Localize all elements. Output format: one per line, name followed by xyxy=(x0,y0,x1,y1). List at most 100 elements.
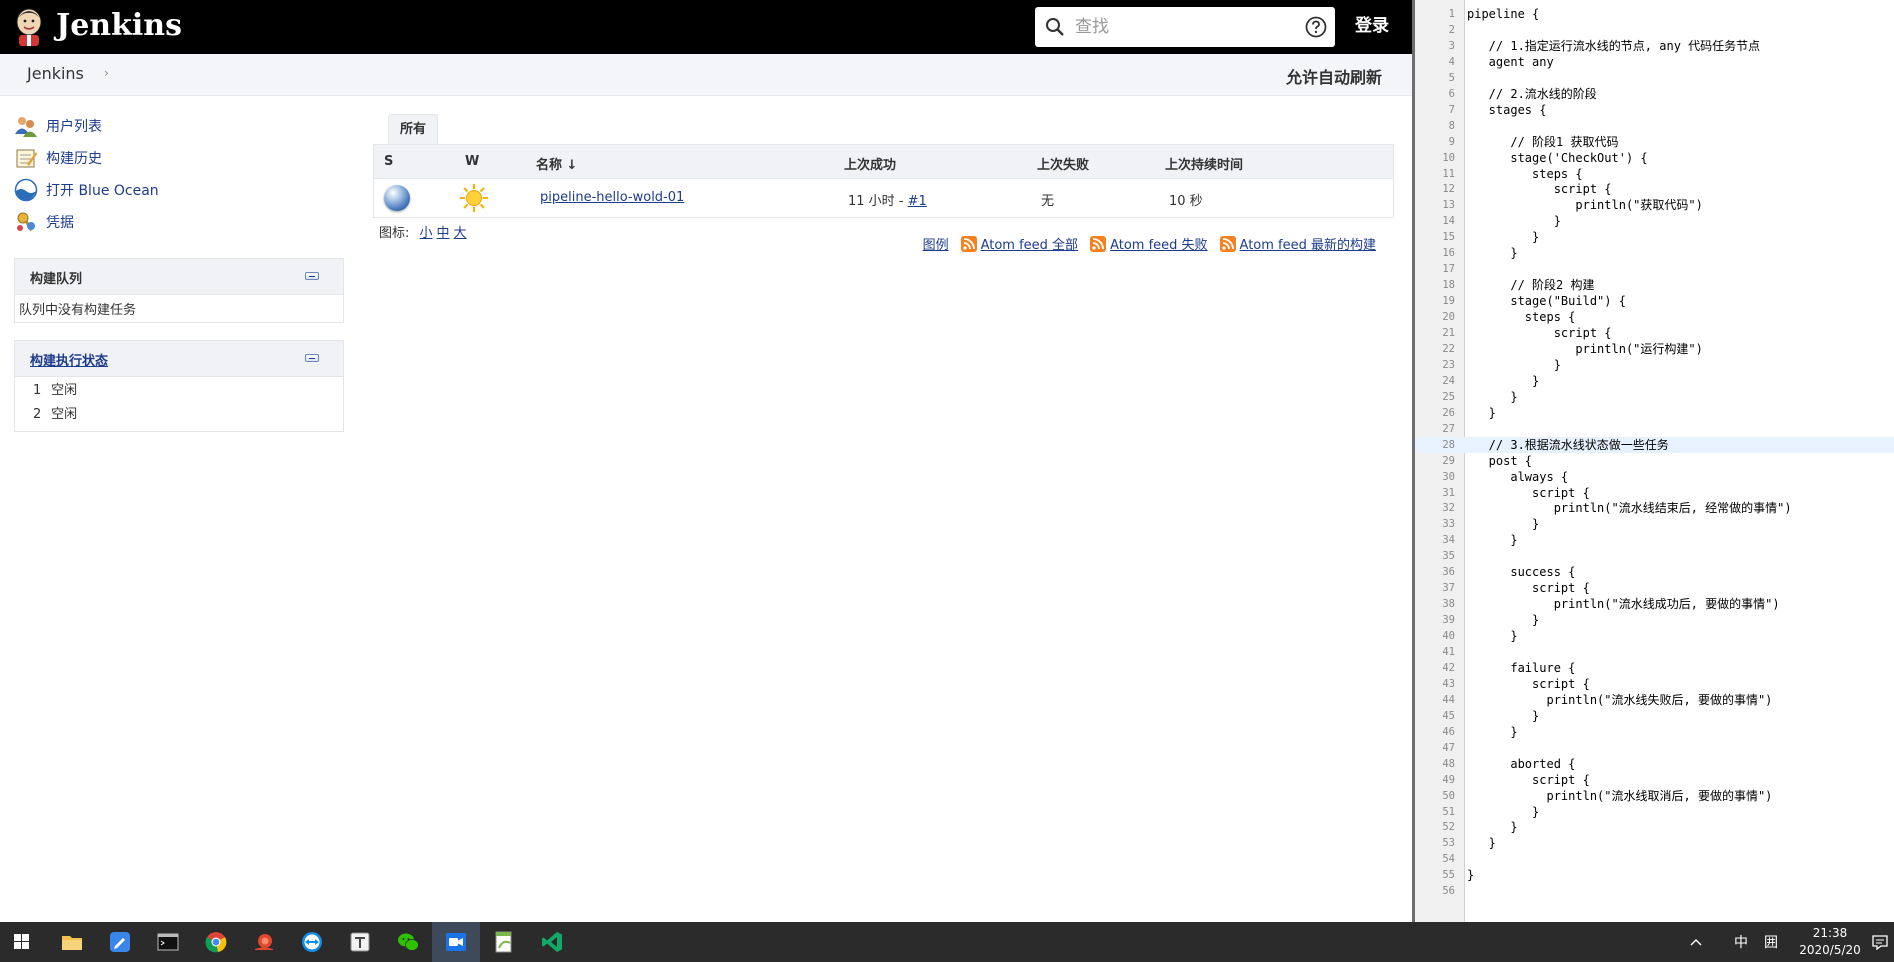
code-line[interactable]: 48 aborted { xyxy=(1415,756,1894,772)
code-line[interactable]: 20 steps { xyxy=(1415,309,1894,325)
code-line[interactable]: 50 println("流水线取消后, 要做的事情") xyxy=(1415,788,1894,804)
feed-latest-link[interactable]: Atom feed 最新的构建 xyxy=(1240,234,1376,253)
code-line[interactable]: 26 } xyxy=(1415,405,1894,421)
code-line[interactable]: 41 xyxy=(1415,644,1894,660)
taskbar-terminal[interactable] xyxy=(144,922,192,962)
taskbar-video-meeting[interactable] xyxy=(432,922,480,962)
status-ball-icon[interactable] xyxy=(384,185,410,211)
ime-language[interactable]: 中 xyxy=(1734,932,1748,952)
brand-title[interactable]: Jenkins xyxy=(56,6,182,46)
task-credentials-label[interactable]: 凭据 xyxy=(46,212,74,232)
code-line[interactable]: 7 stages { xyxy=(1415,102,1894,118)
col-last-duration[interactable]: 上次持续时间 xyxy=(1165,154,1243,173)
task-blue-ocean[interactable]: 打开 Blue Ocean xyxy=(14,174,344,206)
breadcrumb-separator[interactable]: › xyxy=(104,66,109,80)
feed-latest[interactable]: Atom feed 最新的构建 xyxy=(1219,234,1376,253)
taskbar-typora[interactable] xyxy=(336,922,384,962)
legend-link[interactable]: 图例 xyxy=(923,234,949,253)
code-line[interactable]: 30 always { xyxy=(1415,469,1894,485)
code-line[interactable]: 34 } xyxy=(1415,532,1894,548)
auto-refresh-link[interactable]: 允许自动刷新 xyxy=(1286,64,1382,88)
code-line[interactable]: 16 } xyxy=(1415,245,1894,261)
code-line[interactable]: 42 failure { xyxy=(1415,660,1894,676)
task-build-history-label[interactable]: 构建历史 xyxy=(46,148,102,168)
code-line[interactable]: 33 } xyxy=(1415,516,1894,532)
code-line[interactable]: 9 // 阶段1 获取代码 xyxy=(1415,134,1894,150)
code-line[interactable]: 46 } xyxy=(1415,724,1894,740)
code-line[interactable]: 54 xyxy=(1415,851,1894,867)
code-line[interactable]: 35 xyxy=(1415,548,1894,564)
code-line[interactable]: 44 println("流水线失败后, 要做的事情") xyxy=(1415,692,1894,708)
code-line[interactable]: 6 // 2.流水线的阶段 xyxy=(1415,86,1894,102)
chevron-up-icon[interactable] xyxy=(1688,934,1704,950)
code-line[interactable]: 39 } xyxy=(1415,612,1894,628)
task-users-label[interactable]: 用户列表 xyxy=(46,116,102,136)
col-status[interactable]: S xyxy=(384,154,393,169)
code-line[interactable]: 13 println("获取代码") xyxy=(1415,197,1894,213)
taskbar-notepad-plus[interactable] xyxy=(480,922,528,962)
code-line[interactable]: 43 script { xyxy=(1415,676,1894,692)
col-weather[interactable]: W xyxy=(465,154,479,169)
icon-size-small[interactable]: 小 xyxy=(420,226,433,241)
jenkins-logo-icon[interactable] xyxy=(12,6,46,46)
login-link[interactable]: 登录 xyxy=(1355,14,1389,38)
feed-failures[interactable]: Atom feed 失败 xyxy=(1090,234,1208,253)
code-editor[interactable]: 1 pipeline {2 3 // 1.指定运行流水线的节点, any 代码任务节… xyxy=(1412,0,1894,922)
code-line[interactable]: 37 script { xyxy=(1415,580,1894,596)
taskbar-vscode[interactable] xyxy=(528,922,576,962)
code-line[interactable]: 22 println("运行构建") xyxy=(1415,341,1894,357)
feed-all-link[interactable]: Atom feed 全部 xyxy=(981,234,1078,253)
help-icon[interactable] xyxy=(1305,16,1327,38)
code-line[interactable]: 31 script { xyxy=(1415,485,1894,501)
code-line[interactable]: 15 } xyxy=(1415,229,1894,245)
code-line[interactable]: 36 success { xyxy=(1415,564,1894,580)
col-last-success[interactable]: 上次成功 xyxy=(844,154,896,173)
notification-icon[interactable] xyxy=(1872,934,1888,950)
task-credentials[interactable]: 凭据 xyxy=(14,206,344,238)
code-line[interactable]: 10 stage('CheckOut') { xyxy=(1415,150,1894,166)
taskbar-teamviewer[interactable] xyxy=(288,922,336,962)
code-line[interactable]: 19 stage("Build") { xyxy=(1415,293,1894,309)
code-line[interactable]: 2 xyxy=(1415,22,1894,38)
taskbar-chrome[interactable] xyxy=(192,922,240,962)
system-clock[interactable]: 21:38 2020/5/20 xyxy=(1790,925,1870,959)
code-line[interactable]: 29 post { xyxy=(1415,453,1894,469)
code-line[interactable]: 8 xyxy=(1415,118,1894,134)
code-line[interactable]: 56 xyxy=(1415,883,1894,899)
code-line[interactable]: 3 // 1.指定运行流水线的节点, any 代码任务节点 xyxy=(1415,38,1894,54)
breadcrumb-item-jenkins[interactable]: Jenkins xyxy=(27,64,84,83)
code-line[interactable]: 51 } xyxy=(1415,804,1894,820)
code-line[interactable]: 14 } xyxy=(1415,213,1894,229)
code-line[interactable]: 28 // 3.根据流水线状态做一些任务 xyxy=(1415,436,1894,453)
code-line[interactable]: 53 } xyxy=(1415,835,1894,851)
collapse-icon[interactable] xyxy=(305,272,319,280)
code-line[interactable]: 40 } xyxy=(1415,628,1894,644)
feed-failures-link[interactable]: Atom feed 失败 xyxy=(1110,234,1207,253)
task-users[interactable]: 用户列表 xyxy=(14,110,344,142)
col-name[interactable]: 名称 ↓ xyxy=(536,154,577,173)
icon-size-large[interactable]: 大 xyxy=(454,226,467,241)
code-line[interactable]: 17 xyxy=(1415,261,1894,277)
taskbar-snail[interactable] xyxy=(240,922,288,962)
code-line[interactable]: 32 println("流水线结束后, 经常做的事情") xyxy=(1415,500,1894,516)
code-line[interactable]: 47 xyxy=(1415,740,1894,756)
code-line[interactable]: 4 agent any xyxy=(1415,54,1894,70)
ime-mode[interactable]: 囲 xyxy=(1764,932,1778,952)
code-line[interactable]: 27 xyxy=(1415,421,1894,437)
code-line[interactable]: 21 script { xyxy=(1415,325,1894,341)
icon-size-medium[interactable]: 中 xyxy=(437,226,450,241)
search-input[interactable] xyxy=(1075,13,1285,41)
col-last-failure[interactable]: 上次失败 xyxy=(1037,154,1089,173)
code-line[interactable]: 24 } xyxy=(1415,373,1894,389)
taskbar-notes[interactable] xyxy=(96,922,144,962)
feed-all[interactable]: Atom feed 全部 xyxy=(960,234,1078,253)
collapse-icon[interactable] xyxy=(305,354,319,362)
code-line[interactable]: 12 script { xyxy=(1415,181,1894,197)
windows-start-icon[interactable] xyxy=(0,922,44,962)
code-line[interactable]: 1 pipeline { xyxy=(1415,6,1894,22)
executors-title[interactable]: 构建执行状态 xyxy=(30,350,108,369)
project-link[interactable]: pipeline-hello-wold-01 xyxy=(540,190,684,205)
code-line[interactable]: 5 xyxy=(1415,70,1894,86)
code-line[interactable]: 45 } xyxy=(1415,708,1894,724)
code-line[interactable]: 23 } xyxy=(1415,357,1894,373)
